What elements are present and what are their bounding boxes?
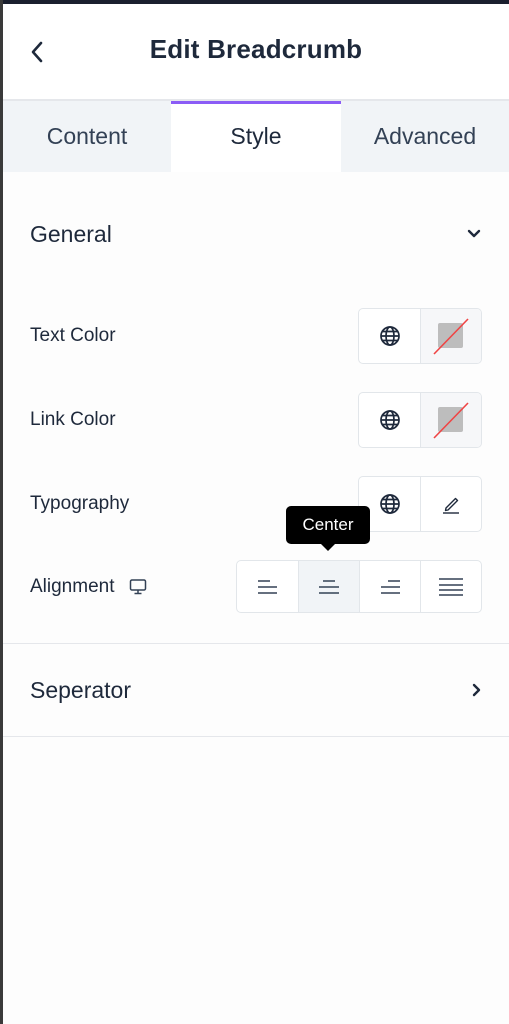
section-separator-label: Seperator bbox=[30, 676, 132, 703]
link-color-row: Link Color bbox=[3, 392, 509, 448]
align-justify-button[interactable] bbox=[420, 561, 481, 612]
section-general-header[interactable]: General bbox=[3, 210, 509, 258]
section-general-label: General bbox=[30, 220, 112, 247]
typography-label: Typography bbox=[30, 493, 130, 514]
text-color-global-button[interactable] bbox=[359, 309, 420, 363]
link-color-global-button[interactable] bbox=[359, 393, 420, 447]
tab-bar: Content Style Advanced bbox=[3, 101, 509, 172]
alignment-tooltip: Center bbox=[286, 506, 370, 551]
globe-icon bbox=[379, 326, 400, 346]
text-color-swatch-button[interactable] bbox=[420, 309, 481, 363]
chevron-right-icon bbox=[472, 683, 481, 697]
tab-content[interactable]: Content bbox=[3, 101, 171, 172]
tab-advanced[interactable]: Advanced bbox=[341, 101, 509, 172]
typography-control bbox=[358, 476, 482, 532]
no-color-swatch-icon bbox=[433, 402, 469, 439]
align-justify-icon bbox=[439, 577, 463, 596]
text-color-label: Text Color bbox=[30, 325, 116, 346]
page-title: Edit Breadcrumb bbox=[149, 34, 363, 64]
section-separator-header[interactable]: Seperator bbox=[3, 643, 509, 737]
typography-row: Typography bbox=[3, 476, 509, 532]
globe-icon bbox=[379, 410, 400, 430]
link-color-swatch-button[interactable] bbox=[420, 393, 481, 447]
align-left-icon bbox=[257, 579, 277, 594]
tab-style[interactable]: Style bbox=[171, 101, 341, 172]
link-color-control bbox=[358, 392, 482, 448]
desktop-icon[interactable] bbox=[129, 578, 147, 596]
align-center-icon bbox=[319, 579, 339, 594]
pencil-icon bbox=[443, 497, 459, 514]
alignment-row: Alignment bbox=[3, 560, 509, 613]
alignment-control bbox=[236, 560, 482, 613]
align-center-button[interactable] bbox=[298, 561, 359, 612]
chevron-down-icon bbox=[467, 229, 481, 238]
text-color-control bbox=[358, 308, 482, 364]
text-color-row: Text Color bbox=[3, 308, 509, 364]
align-right-button[interactable] bbox=[359, 561, 420, 612]
panel-header: Edit Breadcrumb bbox=[3, 4, 509, 101]
align-right-icon bbox=[381, 579, 400, 594]
link-color-label: Link Color bbox=[30, 409, 116, 430]
typography-edit-button[interactable] bbox=[420, 477, 481, 531]
no-color-swatch-icon bbox=[433, 318, 469, 355]
alignment-label: Alignment bbox=[30, 576, 147, 598]
globe-icon bbox=[379, 494, 400, 514]
align-left-button[interactable] bbox=[237, 561, 298, 612]
